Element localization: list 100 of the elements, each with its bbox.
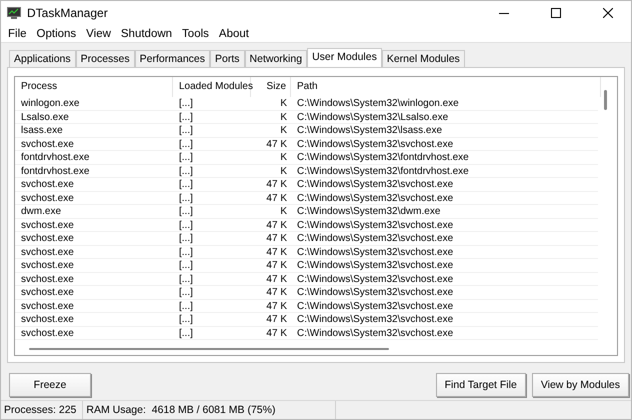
- table-cell-text: C:\Windows\System32\fontdrvhost.exe: [296, 151, 470, 164]
- table-cell-text: winlogon.exe: [20, 97, 80, 110]
- table-cell-text: C:\Windows\System32\svchost.exe: [296, 259, 454, 272]
- table-cell-text: C:\Windows\System32\svchost.exe: [296, 272, 454, 285]
- menu-item[interactable]: About: [214, 28, 254, 40]
- table-cell-text: [...]: [178, 178, 194, 190]
- table-cell-text: [...]: [178, 97, 194, 110]
- table-cell-text: C:\Windows\System32\svchost.exe: [296, 313, 454, 326]
- table-cell-text: [...]: [178, 192, 194, 204]
- tab[interactable]: Performances: [134, 50, 210, 67]
- column-header[interactable]: Process: [15, 77, 173, 97]
- table-cell-text: [...]: [178, 259, 194, 272]
- maximize-icon[interactable]: [551, 8, 561, 18]
- table-cell-text: [...]: [178, 218, 194, 231]
- table-cell-text: svchost.exe: [20, 246, 75, 258]
- table-cell-text: K: [279, 97, 288, 110]
- scrollbar-thumb[interactable]: [29, 348, 389, 350]
- table-cell-text: K: [279, 124, 288, 136]
- table-cell-text: [...]: [178, 164, 194, 177]
- table-cell-text: K: [279, 151, 288, 164]
- table-cell-text: svchost.exe: [20, 192, 75, 204]
- freeze-button[interactable]: Freeze: [9, 373, 91, 397]
- table-cell-text: C:\Windows\System32\svchost.exe: [296, 192, 454, 204]
- table-cell-text: C:\Windows\System32\svchost.exe: [296, 286, 454, 298]
- table-cell-text: [...]: [178, 246, 194, 258]
- menu-item[interactable]: Shutdown: [116, 28, 178, 40]
- table-cell-text: [...]: [178, 138, 194, 150]
- table-cell-text: C:\Windows\System32\svchost.exe: [296, 232, 454, 244]
- tab[interactable]: Applications: [9, 50, 76, 67]
- table-cell-text: 47 K: [265, 138, 288, 150]
- tab[interactable]: Kernel Modules: [382, 50, 465, 67]
- table-cell-text: svchost.exe: [20, 138, 75, 150]
- table-cell-text: svchost.exe: [20, 313, 75, 326]
- table-cell-text: 47 K: [265, 286, 288, 298]
- table-cell-text: 47 K: [265, 259, 288, 272]
- table-cell-text: C:\Windows\System32\svchost.exe: [296, 138, 454, 150]
- scrollbar-thumb[interactable]: [604, 90, 607, 110]
- menu-item[interactable]: View: [81, 28, 116, 40]
- table-cell-text: 47 K: [265, 300, 288, 312]
- table-cell-text: [...]: [178, 326, 194, 339]
- status-text: RAM Usage: 4618 MB / 6081 MB (75%): [83, 401, 336, 419]
- table-cell-text: C:\Windows\System32\Lsalso.exe: [296, 110, 450, 123]
- table-cell-text: 47 K: [265, 192, 288, 204]
- tab[interactable]: Processes: [76, 50, 135, 67]
- table-cell-text: Lsalso.exe: [20, 110, 70, 123]
- table-cell-text: svchost.exe: [20, 326, 75, 339]
- close-icon[interactable]: [603, 8, 613, 18]
- table-cell-text: [...]: [178, 286, 194, 298]
- table-cell-text: C:\Windows\System32\dwm.exe: [296, 205, 442, 218]
- table-cell-text: svchost.exe: [20, 178, 75, 190]
- table-cell-text: K: [279, 110, 288, 123]
- table-cell-text: [...]: [178, 205, 194, 218]
- table-cell-text: K: [279, 164, 288, 177]
- table-cell-text: [...]: [178, 151, 194, 164]
- app-icon: [7, 7, 21, 19]
- table-cell-text: [...]: [178, 232, 194, 244]
- tab[interactable]: Ports: [210, 50, 245, 67]
- table-cell-text: C:\Windows\System32\svchost.exe: [296, 178, 454, 190]
- minimize-icon[interactable]: [499, 12, 509, 14]
- tab[interactable]: Networking: [244, 50, 308, 67]
- table-cell-text: [...]: [178, 272, 194, 285]
- column-header[interactable]: Path: [291, 77, 601, 97]
- table-cell-text: C:\Windows\System32\svchost.exe: [296, 326, 454, 339]
- table-cell-text: svchost.exe: [20, 300, 75, 312]
- table-cell-text: fontdrvhost.exe: [20, 151, 90, 164]
- table-cell-text: 47 K: [265, 218, 288, 231]
- table-cell-text: svchost.exe: [20, 218, 75, 231]
- table-cell-text: K: [279, 205, 288, 218]
- table-cell-text: lsass.exe: [20, 124, 64, 136]
- table-cell-text: svchost.exe: [20, 272, 75, 285]
- action-button[interactable]: View by Modules: [532, 373, 629, 397]
- table-cell-text: 47 K: [265, 246, 288, 258]
- table-cell-text: 47 K: [265, 232, 288, 244]
- table-cell-text: 47 K: [265, 272, 288, 285]
- table-cell-text: C:\Windows\System32\svchost.exe: [296, 246, 454, 258]
- table-cell-text: [...]: [178, 313, 194, 326]
- table-cell-text: C:\Windows\System32\winlogon.exe: [296, 97, 460, 110]
- table-cell-text: svchost.exe: [20, 286, 75, 298]
- status-text: Processes: 225: [1, 401, 84, 419]
- table-cell-text: fontdrvhost.exe: [20, 164, 90, 177]
- table-cell-text: 47 K: [265, 326, 288, 339]
- column-header[interactable]: Loaded Modules: [173, 77, 251, 97]
- table-cell-text: [...]: [178, 124, 194, 136]
- table-cell-text: C:\Windows\System32\fontdrvhost.exe: [296, 164, 470, 177]
- table-cell-text: [...]: [178, 300, 194, 312]
- table-cell-text: svchost.exe: [20, 259, 75, 272]
- table-cell-text: C:\Windows\System32\svchost.exe: [296, 218, 454, 231]
- table-cell-text: svchost.exe: [20, 232, 75, 244]
- table-cell-text: [...]: [178, 110, 194, 123]
- action-button[interactable]: Find Target File: [436, 373, 526, 397]
- table-cell-text: 47 K: [265, 178, 288, 190]
- window-title: DTaskManager: [27, 6, 109, 20]
- tab[interactable]: User Modules: [307, 48, 382, 67]
- table-cell-text: C:\Windows\System32\svchost.exe: [296, 300, 454, 312]
- menu-item[interactable]: Tools: [177, 28, 214, 40]
- table-cell-text: C:\Windows\System32\lsass.exe: [296, 124, 444, 136]
- menu-item[interactable]: File: [3, 28, 32, 40]
- table-cell-text: 47 K: [265, 313, 288, 326]
- table-cell-text: dwm.exe: [20, 205, 62, 218]
- menu-item[interactable]: Options: [32, 28, 82, 40]
